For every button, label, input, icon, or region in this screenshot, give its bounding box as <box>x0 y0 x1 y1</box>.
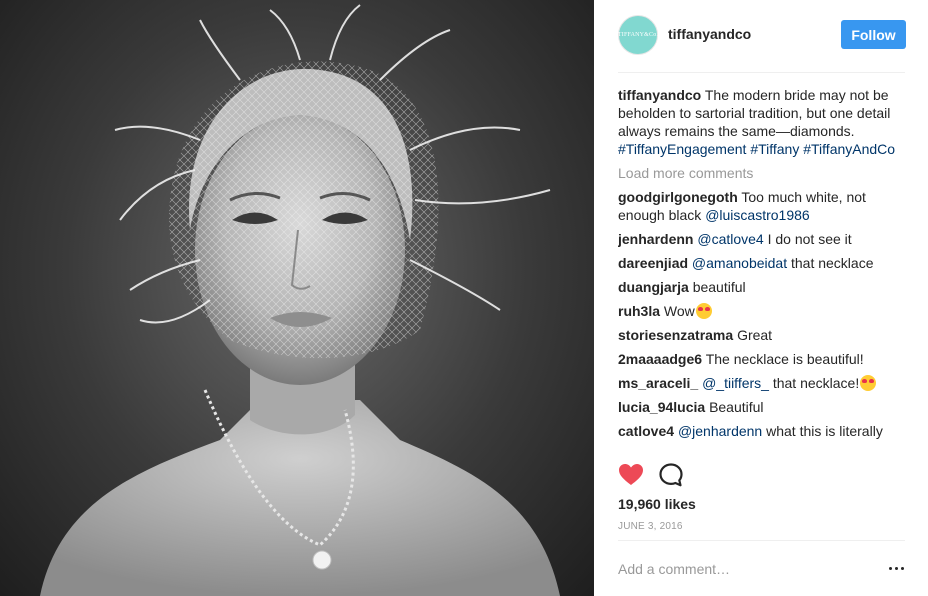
comment-item: duangjarja beautiful <box>618 278 905 296</box>
comment-item: dareenjiad @amanobeidat that necklace <box>618 254 905 272</box>
comment-mention[interactable]: @luiscastro1986 <box>705 207 810 223</box>
portrait-illustration <box>40 4 560 596</box>
comment-bubble-icon[interactable] <box>658 462 684 488</box>
load-more-comments-button[interactable]: Load more comments <box>618 164 905 182</box>
avatar[interactable]: TIFFANY&Co. <box>618 15 658 55</box>
comment-username[interactable]: lucia_94lucia <box>618 399 705 415</box>
comment-username[interactable]: storiesenzatrama <box>618 327 733 343</box>
add-comment-input[interactable] <box>618 556 858 582</box>
comment-text: I do not see it <box>767 231 852 247</box>
post-date: JUNE 3, 2016 <box>618 521 683 532</box>
comment-username[interactable]: jenhardenn <box>618 231 693 247</box>
hashtag-link[interactable]: #TiffanyEngagement <box>618 141 746 157</box>
caption: tiffanyandco The modern bride may not be… <box>618 86 905 158</box>
hashtag-link[interactable]: #Tiffany <box>750 141 799 157</box>
comment-item: ruh3la Wow <box>618 302 905 320</box>
follow-button[interactable]: Follow <box>841 20 906 49</box>
comment-text: what this is literally <box>766 423 883 439</box>
action-bar <box>618 462 905 490</box>
comment-item: 2maaaadge6 The necklace is beautiful! <box>618 350 905 368</box>
comment-username[interactable]: ruh3la <box>618 303 660 319</box>
likes-count[interactable]: 19,960 likes <box>618 496 696 512</box>
comment-text: Wow <box>663 303 695 319</box>
comment-text: Great <box>737 327 773 343</box>
comment-item: catlove4 @jenhardenn what this is litera… <box>618 422 905 440</box>
comment-username[interactable]: 2maaaadge6 <box>618 351 702 367</box>
more-options-icon[interactable] <box>886 558 906 578</box>
comment-username[interactable]: catlove4 <box>618 423 674 439</box>
heart-eyes-emoji-icon <box>860 375 877 391</box>
comment-mention[interactable]: @catlove4 <box>697 231 763 247</box>
post-image[interactable] <box>0 0 594 596</box>
heart-eyes-emoji-icon <box>695 303 712 319</box>
comment-username[interactable]: goodgirlgonegoth <box>618 189 738 205</box>
post-header: TIFFANY&Co. tiffanyandco Follow <box>618 15 906 55</box>
comments-list[interactable]: tiffanyandco The modern bride may not be… <box>618 86 905 452</box>
hashtag-link[interactable]: #TiffanyAndCo <box>803 141 895 157</box>
comment-username[interactable]: duangjarja <box>618 279 689 295</box>
post-sidebar: TIFFANY&Co. tiffanyandco Follow tiffanya… <box>594 0 928 596</box>
comment-text: The necklace is beautiful! <box>705 351 864 367</box>
comment-item: lucia_94lucia Beautiful <box>618 398 905 416</box>
comment-text: Beautiful <box>709 399 764 415</box>
comment-item: ms_araceli_ @_tiiffers_ that necklace! <box>618 374 905 392</box>
comment-text: beautiful <box>692 279 746 295</box>
header-divider <box>618 72 905 73</box>
comment-mention[interactable]: @amanobeidat <box>692 255 787 271</box>
comment-item: goodgirlgonegoth Too much white, not eno… <box>618 188 905 224</box>
footer-divider <box>618 540 905 541</box>
comment-item: storiesenzatrama Great <box>618 326 905 344</box>
header-username[interactable]: tiffanyandco <box>668 26 751 42</box>
heart-icon[interactable] <box>618 462 644 488</box>
caption-username[interactable]: tiffanyandco <box>618 87 701 103</box>
comment-mention[interactable]: @jenhardenn <box>678 423 762 439</box>
comment-text: that necklace <box>790 255 874 271</box>
avatar-text: TIFFANY&Co. <box>617 32 659 38</box>
comment-username[interactable]: ms_araceli_ <box>618 375 698 391</box>
comment-text: that necklace! <box>772 375 860 391</box>
comment-item: jenhardenn @catlove4 I do not see it <box>618 230 905 248</box>
comment-mention[interactable]: @_tiiffers_ <box>702 375 769 391</box>
comment-username[interactable]: dareenjiad <box>618 255 688 271</box>
